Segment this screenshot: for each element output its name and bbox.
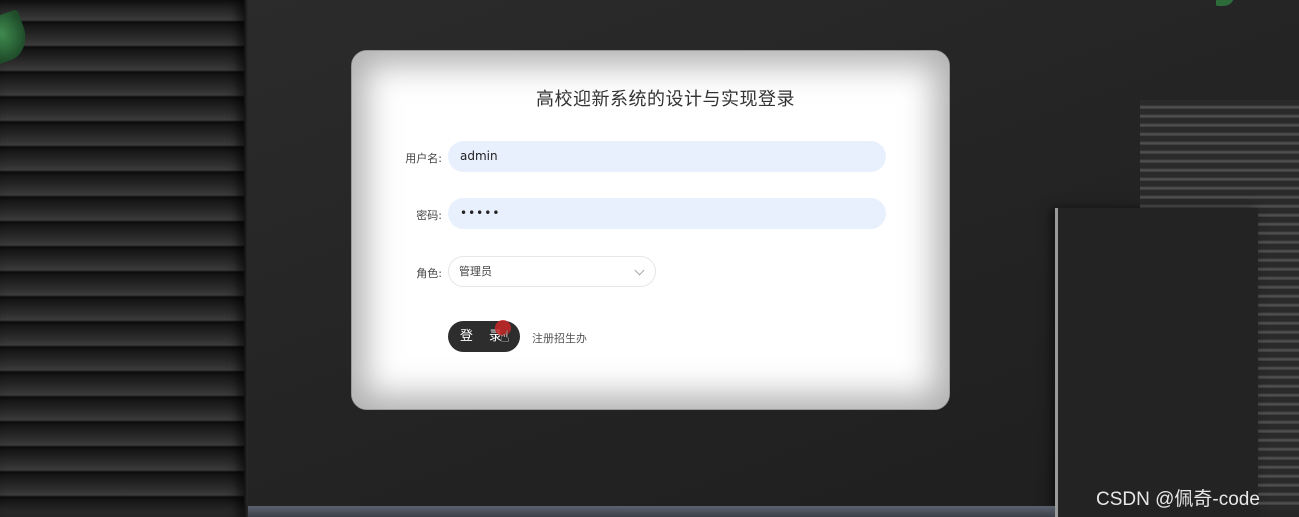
register-admissions-link[interactable]: 注册招生办 bbox=[532, 330, 587, 346]
role-label: 角色: bbox=[416, 267, 442, 280]
login-card: 高校迎新系统的设计与实现登录 用户名: admin 密码: ••••• 角色: … bbox=[351, 50, 950, 410]
hand-pointer-icon: ☝ bbox=[500, 327, 510, 346]
password-label: 密码: bbox=[416, 209, 442, 222]
role-select[interactable]: 管理员 bbox=[448, 256, 656, 287]
watermark: CSDN @佩奇-code bbox=[1096, 489, 1260, 510]
background-slat-panel bbox=[0, 0, 244, 517]
password-input[interactable]: ••••• bbox=[448, 198, 886, 229]
chevron-down-icon bbox=[634, 265, 645, 276]
background-floor bbox=[248, 506, 1055, 517]
background-door bbox=[1055, 208, 1258, 517]
page: 高校迎新系统的设计与实现登录 用户名: admin 密码: ••••• 角色: … bbox=[0, 0, 1299, 517]
background-panel-edge bbox=[244, 0, 248, 517]
login-title: 高校迎新系统的设计与实现登录 bbox=[536, 89, 795, 110]
role-select-value: 管理员 bbox=[459, 265, 492, 278]
username-label: 用户名: bbox=[405, 152, 442, 165]
username-input[interactable]: admin bbox=[448, 141, 886, 172]
